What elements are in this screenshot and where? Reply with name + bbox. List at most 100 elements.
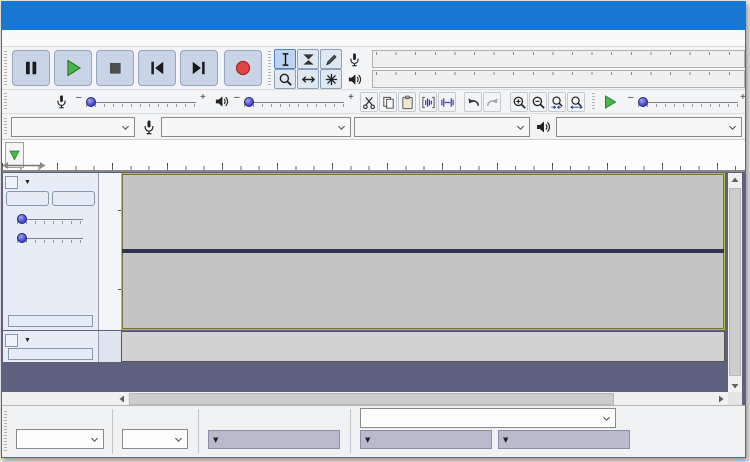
track-collapse-button[interactable]: [8, 315, 93, 327]
playback-speed-slider[interactable]: [638, 94, 738, 108]
pause-button[interactable]: [12, 50, 50, 86]
toolbar-row-2: – + – + – +: [2, 90, 746, 114]
zoom-selection-button[interactable]: [548, 92, 566, 112]
pan-slider[interactable]: [17, 230, 83, 244]
timeline-ruler[interactable]: [2, 140, 745, 171]
record-icon: [235, 60, 251, 76]
toolbar-gripper[interactable]: [4, 51, 7, 86]
draw-tool-button[interactable]: [320, 49, 342, 69]
speaker-icon: [348, 73, 362, 85]
play-button[interactable]: [54, 50, 92, 86]
close-button[interactable]: [705, 2, 745, 30]
dropdown-arrow-icon: ▼: [213, 435, 219, 444]
selection-mode-select[interactable]: [360, 408, 616, 428]
arrow-left-icon: [119, 395, 124, 403]
label-track-area[interactable]: [121, 331, 725, 362]
arrows-horizontal-icon: [301, 75, 315, 83]
silence-audio-icon: [440, 97, 454, 107]
scroll-up-button[interactable]: [728, 173, 742, 187]
playback-device-select[interactable]: [556, 117, 742, 137]
play-at-speed-button[interactable]: [599, 92, 621, 112]
toolbar-row-1: [2, 47, 745, 90]
copy-button[interactable]: [379, 92, 397, 112]
project-rate-select[interactable]: [16, 429, 104, 449]
ruler-selection-indicator[interactable]: [2, 157, 46, 169]
toolbar-gripper[interactable]: [4, 411, 7, 451]
skip-to-start-button[interactable]: [138, 50, 176, 86]
time-shift-tool-button[interactable]: [297, 69, 319, 89]
skip-to-start-icon: [151, 61, 164, 75]
maximize-button[interactable]: [665, 2, 705, 30]
toolbar-gripper[interactable]: [268, 51, 271, 86]
scroll-down-button[interactable]: [728, 379, 742, 393]
minimize-button[interactable]: [625, 2, 665, 30]
title-bar[interactable]: [2, 2, 745, 30]
selection-end-display[interactable]: ▼: [498, 430, 630, 449]
slider-knob: [244, 97, 254, 107]
redo-button[interactable]: [483, 92, 501, 112]
audio-track-control-panel[interactable]: ▼: [3, 173, 99, 330]
multi-tool-button[interactable]: [320, 69, 342, 89]
waveform-channel-left[interactable]: [122, 174, 722, 248]
envelope-tool-button[interactable]: [297, 49, 319, 69]
track-close-button[interactable]: [5, 175, 18, 189]
silence-audio-button[interactable]: [438, 92, 456, 112]
selection-tool-button[interactable]: [274, 49, 296, 69]
zoom-out-button[interactable]: [529, 92, 547, 112]
gain-slider[interactable]: [17, 211, 83, 225]
recording-volume-slider[interactable]: [86, 94, 196, 108]
paste-button[interactable]: [398, 92, 416, 112]
zoom-tool-button[interactable]: [274, 69, 296, 89]
horizontal-scrollbar[interactable]: [115, 392, 728, 406]
audio-host-select[interactable]: [11, 117, 135, 137]
waveform-channel-right[interactable]: [122, 253, 722, 327]
audacity-logo-icon: [10, 8, 26, 24]
track-collapse-button[interactable]: [8, 348, 93, 360]
horizontal-scroll-thumb[interactable]: [129, 393, 614, 405]
trim-audio-button[interactable]: [419, 92, 437, 112]
speaker-icon: [537, 121, 550, 133]
skip-to-end-button[interactable]: [180, 50, 218, 86]
recording-device-select[interactable]: [161, 117, 351, 137]
mute-button[interactable]: [6, 191, 49, 206]
zoom-in-icon: [513, 96, 526, 109]
pencil-icon: [325, 54, 337, 65]
track-menu-arrow-icon[interactable]: ▼: [24, 179, 31, 186]
toolbar-gripper[interactable]: [592, 93, 595, 111]
selection-start-display[interactable]: ▼: [360, 430, 492, 449]
zoom-in-button[interactable]: [510, 92, 528, 112]
record-button[interactable]: [224, 50, 262, 86]
chevron-down-icon: [603, 416, 610, 421]
arrow-down-icon: [731, 384, 739, 389]
playback-volume-slider[interactable]: [244, 94, 344, 108]
label-track-control-panel[interactable]: ▼: [3, 331, 99, 362]
selection-toolbar: ▼ ▼ ▼: [2, 405, 745, 457]
cut-button[interactable]: [360, 92, 378, 112]
playback-meter[interactable]: [347, 69, 745, 89]
track-close-button[interactable]: [5, 333, 18, 347]
arrow-up-icon: [731, 177, 739, 182]
recording-channels-select[interactable]: [354, 117, 530, 137]
chevron-down-icon: [122, 125, 129, 130]
trim-audio-icon: [421, 96, 435, 108]
toolbar-gripper[interactable]: [4, 118, 7, 136]
toolbar-gripper[interactable]: [4, 93, 7, 111]
track-menu-arrow-icon[interactable]: ▼: [24, 337, 31, 344]
audio-track-waveform[interactable]: [121, 173, 725, 330]
solo-button[interactable]: [52, 191, 95, 206]
selection-tool-icon: [282, 52, 288, 66]
slider-knob: [638, 97, 648, 107]
stop-button[interactable]: [96, 50, 134, 86]
undo-button[interactable]: [464, 92, 482, 112]
recording-meter[interactable]: [347, 49, 745, 69]
zoom-selection-icon: [550, 95, 563, 109]
scroll-right-button[interactable]: [714, 392, 728, 406]
snap-to-select[interactable]: [122, 429, 188, 449]
vertical-scale-ruler[interactable]: [99, 173, 122, 330]
vertical-scrollbar[interactable]: [728, 173, 742, 393]
scroll-left-button[interactable]: [115, 392, 129, 406]
zoom-fit-button[interactable]: [567, 92, 585, 112]
vertical-scroll-thumb[interactable]: [729, 188, 741, 376]
audio-position-display[interactable]: ▼: [208, 430, 340, 449]
chevron-down-icon: [91, 437, 98, 442]
